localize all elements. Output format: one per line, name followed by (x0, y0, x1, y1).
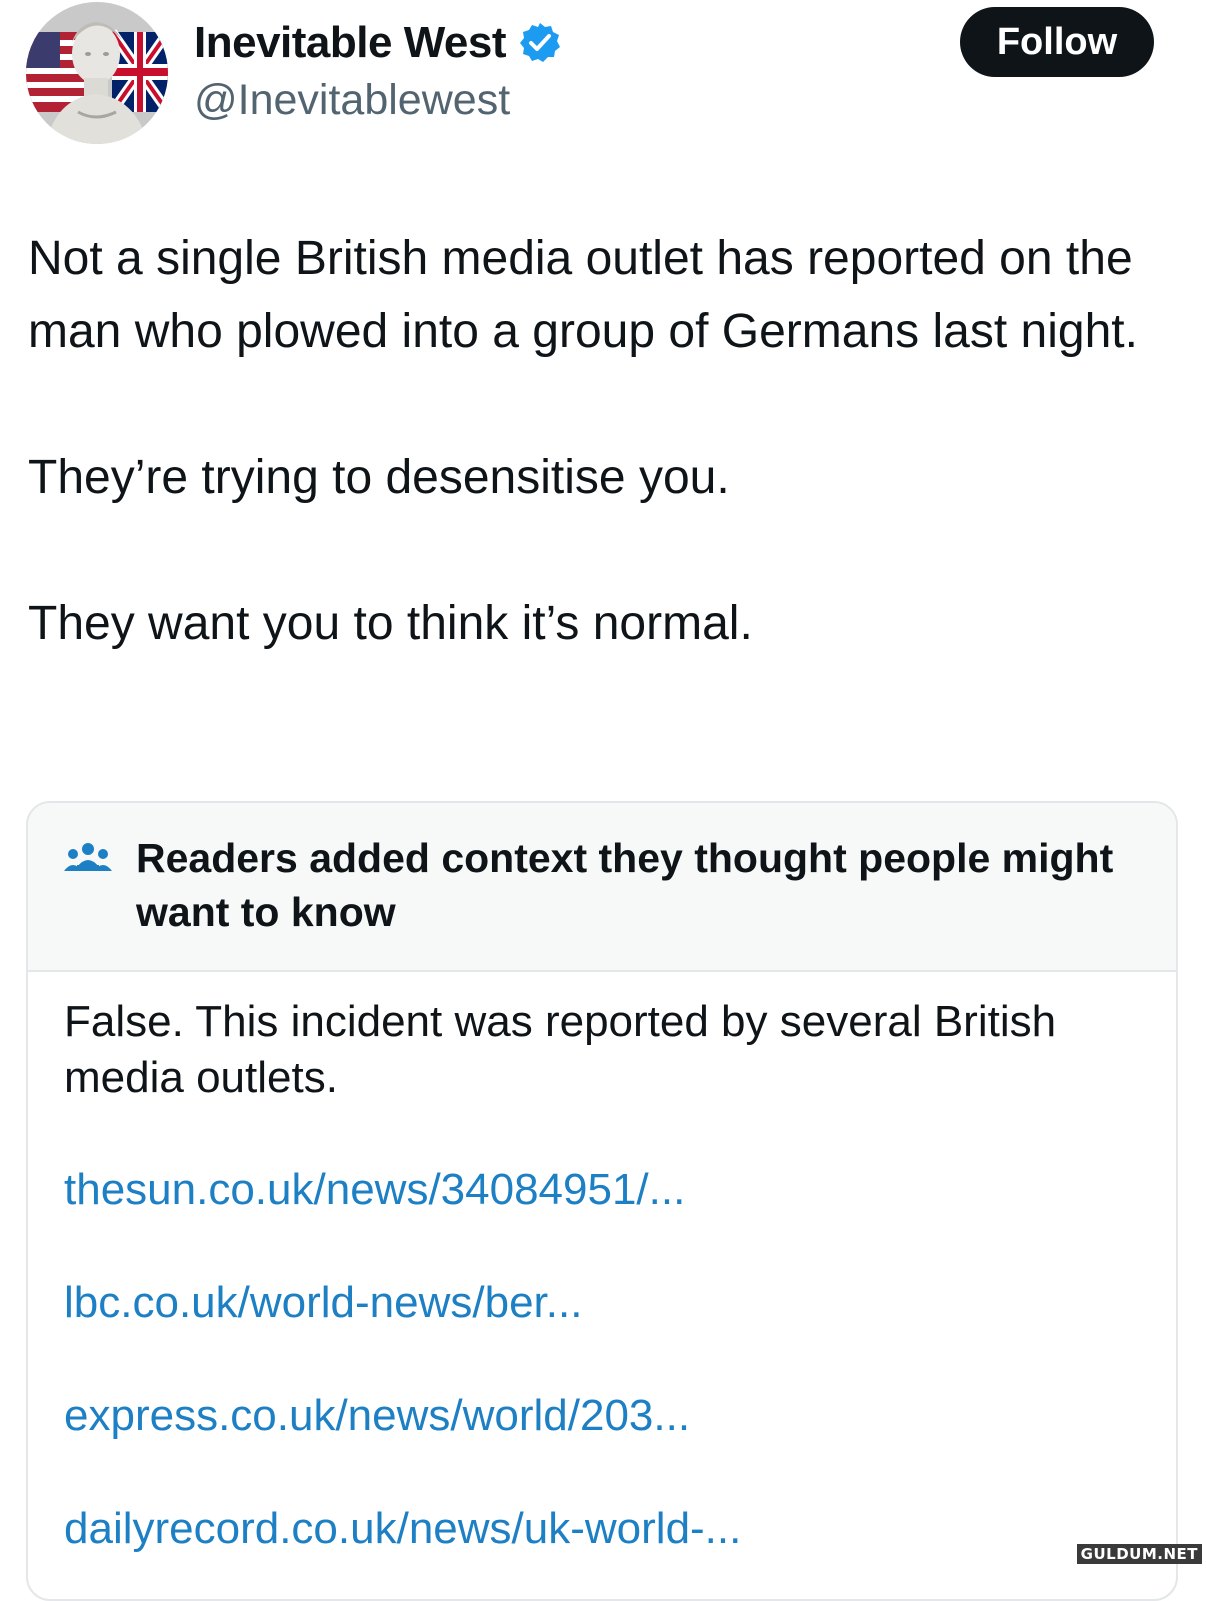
avatar-image (26, 2, 168, 144)
tweet-text: Not a single British media outlet has re… (28, 222, 1178, 660)
community-note-text: False. This incident was reported by sev… (64, 997, 1057, 1102)
source-link[interactable]: dailyrecord.co.uk/news/uk-world-... (64, 1501, 1140, 1557)
watermark: GULDUM.NET (1076, 1544, 1202, 1564)
community-note-title: Readers added context they thought peopl… (136, 835, 1114, 935)
source-link[interactable]: thesun.co.uk/news/34084951/... (64, 1162, 1140, 1218)
community-note: Readers added context they thought peopl… (26, 801, 1178, 1601)
source-link[interactable]: lbc.co.uk/world-news/ber... (64, 1275, 1140, 1331)
display-name[interactable]: Inevitable West (194, 18, 507, 68)
tweet-paragraph: Not a single British media outlet has re… (28, 232, 1138, 358)
community-note-header: Readers added context they thought peopl… (28, 803, 1176, 972)
tweet-paragraph: They want you to think it’s normal. (28, 597, 753, 650)
tweet-paragraph: They’re trying to desensitise you. (28, 451, 730, 504)
author-identity: Inevitable West @Inevitablewest (194, 14, 562, 125)
source-link[interactable]: express.co.uk/news/world/203... (64, 1388, 1140, 1444)
display-name-row: Inevitable West (194, 14, 562, 72)
community-note-body: False. This incident was reported by sev… (28, 972, 1176, 1557)
avatar[interactable] (26, 2, 168, 144)
follow-button[interactable]: Follow (960, 7, 1154, 77)
author-handle[interactable]: @Inevitablewest (194, 76, 562, 125)
tweet-header: Inevitable West @Inevitablewest Follow (0, 0, 1206, 160)
verified-badge-icon (518, 21, 562, 65)
people-icon (64, 841, 112, 877)
